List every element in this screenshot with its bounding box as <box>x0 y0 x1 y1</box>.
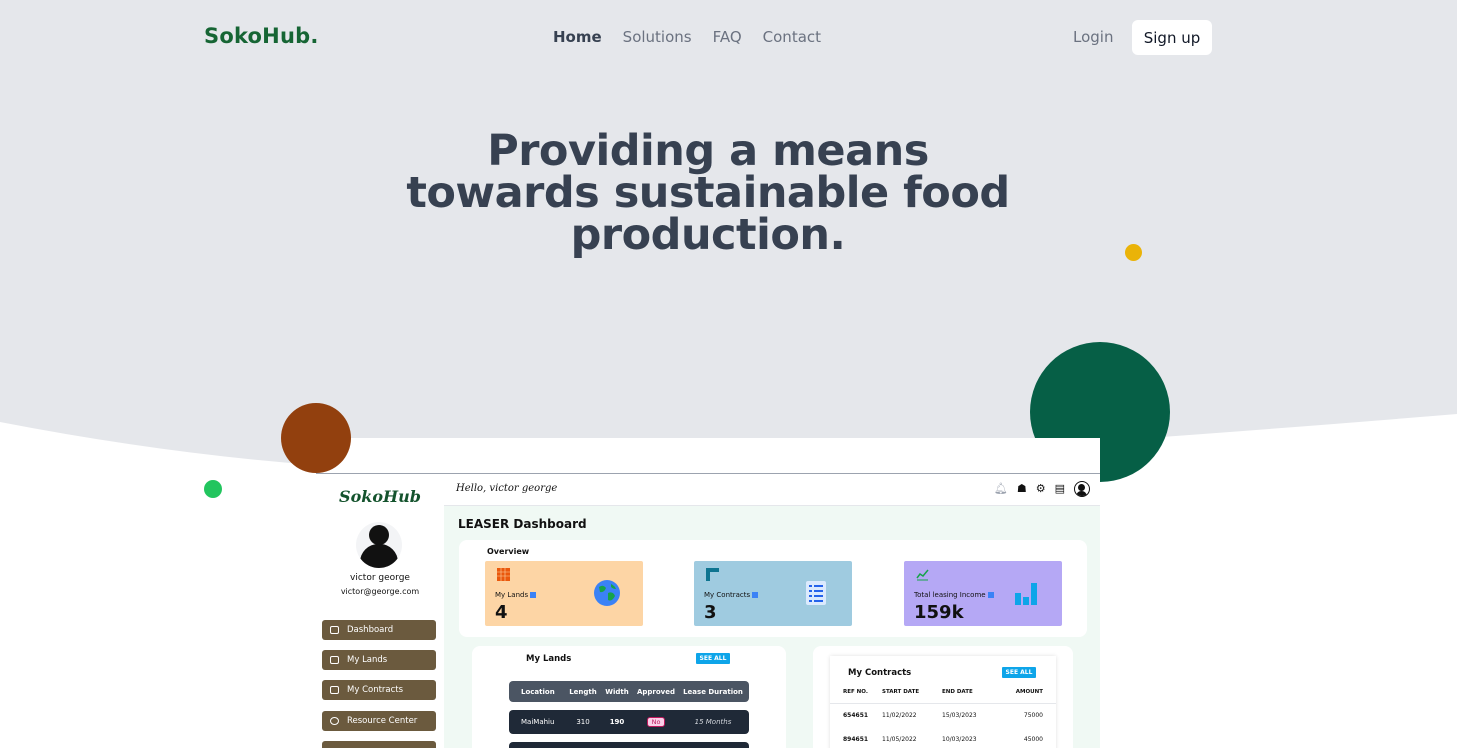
user-email: victor@george.com <box>340 587 420 596</box>
sidebar-item-label: Dashboard <box>347 625 394 635</box>
nav-link-home[interactable]: Home <box>553 28 602 46</box>
dashboard-title: LEASER Dashboard <box>458 517 587 531</box>
table-row[interactable] <box>509 742 749 748</box>
sidebar-item-label: My Lands <box>347 655 388 665</box>
dashboard-preview: SokoHub victor george victor@george.com … <box>316 474 1100 748</box>
column-header: END DATE <box>942 689 973 695</box>
cell-ref: 654651 <box>843 712 869 719</box>
column-header: START DATE <box>882 689 920 695</box>
contract-corner-icon <box>706 568 719 581</box>
card-my-contracts[interactable]: My Contracts 3 <box>694 561 852 626</box>
cell-approved: No <box>635 717 677 727</box>
column-header: Location <box>521 687 555 696</box>
lands-table-header: Location Length Width Approved Lease Dur… <box>509 681 749 702</box>
user-name: victor george <box>350 573 410 583</box>
cell-amount: 75000 <box>1023 712 1043 719</box>
dashboard-topbar: Hello, victor george 🔔︎ ☗ ⚙ ▤ <box>444 474 1100 506</box>
resource-icon <box>330 717 339 725</box>
sidebar-item-label: Resource Center <box>347 716 418 726</box>
hero-heading: Providing a means towards sustainable fo… <box>380 126 1036 260</box>
column-header: Length <box>569 687 597 696</box>
panel-title: My Lands <box>526 654 572 664</box>
gift-icon[interactable]: ☗ <box>1017 481 1027 497</box>
user-avatar <box>356 522 402 568</box>
contracts-table-header: REF NO. START DATE END DATE AMOUNT <box>830 689 1056 695</box>
home-icon <box>330 626 339 634</box>
my-contracts-panel: My Contracts SEE ALL REF NO. START DATE … <box>813 646 1073 748</box>
nav-link-contact[interactable]: Contact <box>763 28 821 46</box>
sidebar: SokoHub victor george victor@george.com … <box>316 474 444 748</box>
cell-duration: 15 Months <box>694 718 732 726</box>
panel-title: My Contracts <box>848 668 912 678</box>
card-value: 3 <box>704 602 717 623</box>
card-label: My Lands <box>495 591 537 599</box>
hero-line: production. <box>570 210 846 260</box>
nav-link-faq[interactable]: FAQ <box>713 28 742 46</box>
nav-links: Home Solutions FAQ Contact <box>553 28 821 46</box>
decorative-green-dot <box>204 480 222 498</box>
cell-start: 11/05/2022 <box>882 736 917 743</box>
decorative-yellow-dot <box>1125 244 1142 261</box>
table-row[interactable]: 894651 11/05/2022 10/03/2023 45000 <box>830 736 1056 743</box>
sidebar-item-resource-center[interactable]: Resource Center <box>322 711 436 731</box>
nav-link-solutions[interactable]: Solutions <box>623 28 692 46</box>
signup-button[interactable]: Sign up <box>1132 20 1212 55</box>
cell-ref: 894651 <box>843 736 869 743</box>
greeting: Hello, victor george <box>456 483 558 494</box>
cell-location: MaiMahiu <box>521 718 555 726</box>
cell-width: 190 <box>609 718 625 726</box>
site-logo[interactable]: SokoHub. <box>204 24 319 48</box>
hero-line: towards sustainable food <box>406 168 1010 218</box>
cell-end: 10/03/2023 <box>942 736 977 743</box>
card-label: My Contracts <box>704 591 759 599</box>
sidebar-logo[interactable]: SokoHub <box>316 487 444 506</box>
column-header: Width <box>605 687 629 696</box>
column-header: REF NO. <box>843 689 868 695</box>
table-row[interactable]: MaiMahiu 310 190 No 15 Months <box>509 710 749 734</box>
cell-end: 15/03/2023 <box>942 712 977 719</box>
card-value: 159k <box>914 602 964 623</box>
chat-icon[interactable]: ▤ <box>1055 481 1065 497</box>
sidebar-item-next[interactable] <box>322 741 436 748</box>
bar-chart-icon <box>1015 583 1037 605</box>
topbar-icons: 🔔︎ ☗ ⚙ ▤ <box>994 481 1090 497</box>
cell-length: 310 <box>576 718 590 726</box>
sidebar-item-dashboard[interactable]: Dashboard <box>322 620 436 640</box>
settings-icon[interactable]: ⚙ <box>1036 481 1046 497</box>
card-total-leasing-income[interactable]: Total leasing Income 159k <box>904 561 1062 626</box>
globe-icon <box>594 580 620 606</box>
overview-panel: Overview My Lands 4 My Contracts 3 Total… <box>459 540 1087 637</box>
column-header: Lease Duration <box>683 687 743 696</box>
bell-icon[interactable]: 🔔︎ <box>994 481 1008 497</box>
cell-amount: 45000 <box>1023 736 1043 743</box>
decorative-brown-circle <box>281 403 351 473</box>
top-navigation: SokoHub. Home Solutions FAQ Contact Logi… <box>0 0 1457 76</box>
see-all-contracts-button[interactable]: SEE ALL <box>1002 667 1036 678</box>
user-avatar-icon[interactable] <box>1074 481 1090 497</box>
sidebar-item-label: My Contracts <box>347 685 404 695</box>
column-header: AMOUNT <box>1015 689 1043 695</box>
card-label: Total leasing Income <box>914 591 994 599</box>
preview-frame-top <box>316 438 1100 474</box>
contracts-card: My Contracts SEE ALL REF NO. START DATE … <box>830 656 1056 748</box>
overview-title: Overview <box>487 547 530 556</box>
hero-line: Providing a means <box>487 126 929 176</box>
see-all-lands-button[interactable]: SEE ALL <box>696 653 730 664</box>
card-value: 4 <box>495 602 508 623</box>
login-link[interactable]: Login <box>1073 28 1113 46</box>
divider <box>830 703 1056 704</box>
contract-icon <box>330 686 339 694</box>
land-icon <box>330 656 339 664</box>
table-row[interactable]: 654651 11/02/2022 15/03/2023 75000 <box>830 712 1056 719</box>
column-header: Approved <box>636 687 676 696</box>
card-my-lands[interactable]: My Lands 4 <box>485 561 643 626</box>
cell-start: 11/02/2022 <box>882 712 917 719</box>
sidebar-item-my-lands[interactable]: My Lands <box>322 650 436 670</box>
my-lands-panel: My Lands SEE ALL Location Length Width A… <box>472 646 786 748</box>
status-badge: No <box>646 717 666 727</box>
trend-icon <box>916 569 929 581</box>
sidebar-item-my-contracts[interactable]: My Contracts <box>322 680 436 700</box>
land-square-icon <box>497 568 510 581</box>
list-icon <box>806 581 826 605</box>
